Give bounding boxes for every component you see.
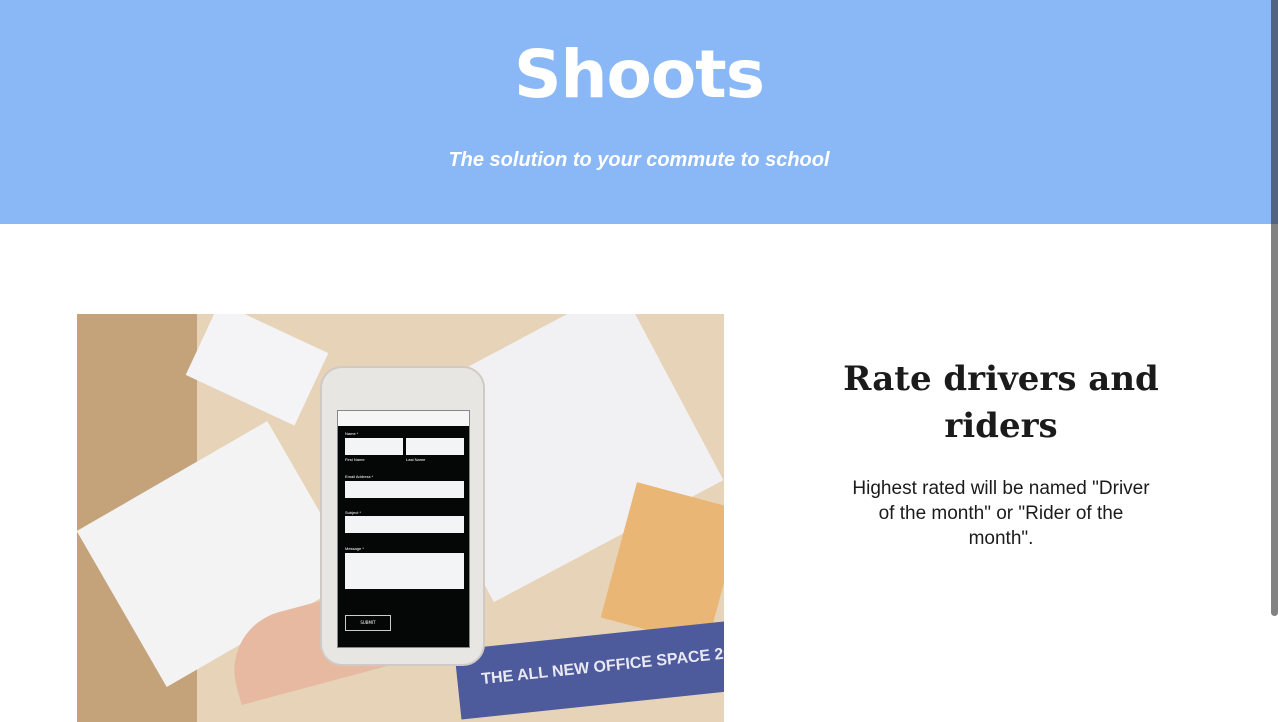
feature-image: THE ALL NEW OFFICE SPACE 2014 Name * Fir… [77,314,724,722]
form-label: Name * [345,431,359,436]
site-header: Shoots The solution to your commute to s… [0,0,1278,224]
phone-screen: Name * First Name Last Name Email Addres… [337,410,470,648]
feature-block: Rate drivers and riders Highest rated wi… [830,356,1172,551]
form-label: Email Address * [345,474,374,479]
phone: Name * First Name Last Name Email Addres… [320,366,485,666]
scrollbar-thumb[interactable] [1271,0,1278,616]
newspaper: THE ALL NEW OFFICE SPACE 2014 [454,618,724,720]
site-title: Shoots [513,36,765,113]
form-label: First Name [345,457,365,462]
feature-text: Highest rated will be named "Driver of t… [852,478,1150,549]
form-submit: SUBMIT [345,615,391,631]
feature-heading: Rate drivers and riders [843,359,1159,446]
form-label: Last Name [406,457,426,462]
site-tagline: The solution to your commute to school [448,149,830,171]
form-label: Subject * [345,510,362,515]
form-label: Message * [345,546,364,551]
paper-arrow [185,314,329,426]
